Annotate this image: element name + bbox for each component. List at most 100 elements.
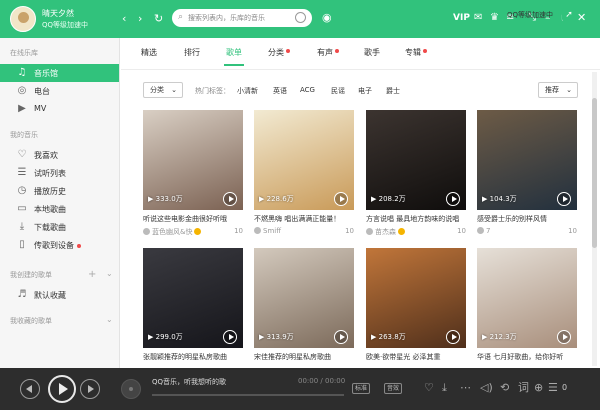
quality-button[interactable]: 标准 bbox=[352, 383, 371, 394]
sidebar-item-mv[interactable]: ▶ MV bbox=[0, 100, 119, 118]
sidebar-item-trial-list[interactable]: ☰ 试听列表 bbox=[0, 164, 119, 182]
sound-effect-button[interactable]: 音效 bbox=[384, 383, 403, 394]
playlist-title[interactable]: 听说这些电影金曲很好听哦 bbox=[143, 214, 243, 224]
tab-ranking[interactable]: 排行 bbox=[184, 47, 200, 58]
new-dot bbox=[286, 49, 290, 53]
chevron-down-icon[interactable]: ⌄ bbox=[106, 315, 113, 324]
scrollbar-thumb[interactable] bbox=[592, 98, 597, 248]
play-icon[interactable] bbox=[557, 330, 571, 344]
sort-dropdown[interactable]: 推荐 ⌄ bbox=[538, 82, 578, 98]
sidebar-item-history[interactable]: ◷ 播放历史 bbox=[0, 182, 119, 200]
play-mode-icon[interactable]: ⟲ bbox=[500, 381, 509, 395]
category-filter-button[interactable]: 分类 ⌄ bbox=[143, 82, 183, 98]
previous-button[interactable] bbox=[20, 379, 40, 399]
play-icon[interactable] bbox=[446, 192, 460, 206]
forward-icon[interactable]: › bbox=[138, 13, 142, 25]
heart-icon[interactable]: ♡ bbox=[424, 381, 434, 395]
back-icon[interactable]: ‹ bbox=[122, 13, 126, 25]
mail-icon[interactable]: ✉ bbox=[474, 12, 482, 24]
sidebar-item-radio[interactable]: ◎ 电台 bbox=[0, 82, 119, 100]
playlist-title[interactable]: 感受爵士乐的别样风情 bbox=[477, 214, 577, 224]
playlist-author[interactable]: 7 bbox=[477, 227, 561, 235]
hot-tag[interactable]: ACG bbox=[300, 86, 315, 94]
hot-tag[interactable]: 英语 bbox=[273, 86, 287, 96]
device-icon: ▯ bbox=[19, 239, 25, 250]
chevron-down-icon[interactable]: ⌄ bbox=[106, 269, 113, 278]
play-icon[interactable] bbox=[334, 330, 348, 344]
tab-singers[interactable]: 歌手 bbox=[364, 47, 380, 58]
download-icon[interactable]: ⤓ bbox=[442, 381, 447, 395]
album-art[interactable] bbox=[121, 379, 141, 399]
more-icon[interactable]: ⋯ bbox=[460, 381, 471, 395]
sidebar-item-downloads[interactable]: ⤓ 下载歌曲 bbox=[0, 218, 119, 236]
sidebar-item-label: 传歌到设备 bbox=[34, 240, 81, 251]
playlist-title[interactable]: 不燃黑嗨 唱出满满正能量！ bbox=[254, 214, 354, 224]
play-icon[interactable] bbox=[334, 192, 348, 206]
playlist-cover[interactable]: ▶ 228.6万 bbox=[254, 110, 354, 210]
playlist-queue-icon[interactable]: ☰ bbox=[548, 381, 558, 395]
search-box[interactable]: ⌕ bbox=[172, 9, 312, 27]
tab-audio[interactable]: 有声 bbox=[317, 47, 339, 58]
playlist-author[interactable]: 苗杰森 bbox=[366, 227, 450, 237]
hot-tag[interactable]: 爵士 bbox=[386, 86, 400, 96]
tab-albums[interactable]: 专辑 bbox=[405, 47, 427, 58]
playlist-cover[interactable]: ▶ 299.0万 bbox=[143, 248, 243, 348]
add-playlist-icon[interactable]: + bbox=[88, 269, 96, 280]
playlist-title[interactable]: 张靓颖推荐的明星私房歌曲 bbox=[143, 352, 243, 362]
playlist-title[interactable]: 宋佳推荐的明星私房歌曲 bbox=[254, 352, 354, 362]
tab-featured[interactable]: 精选 bbox=[141, 47, 157, 58]
lyrics-icon[interactable]: 词 bbox=[518, 381, 529, 395]
refresh-icon[interactable]: ↻ bbox=[154, 13, 163, 25]
rocket-icon[interactable]: ➚ bbox=[562, 8, 576, 22]
search-input[interactable] bbox=[188, 11, 284, 25]
play-icon[interactable] bbox=[223, 192, 237, 206]
song-count: 10 bbox=[234, 227, 243, 235]
close-icon[interactable]: ✕ bbox=[577, 12, 586, 24]
hot-tag[interactable]: 电子 bbox=[358, 86, 372, 96]
playlist-title[interactable]: 方言说唱 最具地方韵味的说唱 bbox=[366, 214, 466, 224]
hot-tag[interactable]: 民谣 bbox=[331, 86, 345, 96]
playlist-author[interactable]: Smiff bbox=[254, 227, 338, 235]
listen-recognize-icon[interactable] bbox=[295, 12, 306, 23]
vip-button[interactable]: VIP bbox=[453, 13, 470, 23]
username[interactable]: 晴天夕然 bbox=[42, 8, 74, 19]
play-count: ▶ 212.3万 bbox=[482, 333, 517, 341]
play-icon[interactable] bbox=[557, 192, 571, 206]
play-icon[interactable] bbox=[223, 330, 237, 344]
radio-icon: ◎ bbox=[17, 85, 27, 96]
volume-icon[interactable]: ◁) bbox=[480, 381, 493, 395]
playlist-title[interactable]: 华语 七月好歌曲，给你好听 bbox=[477, 352, 577, 362]
tab-playlists[interactable]: 歌单 bbox=[224, 47, 244, 66]
share-icon[interactable]: ⊕ bbox=[534, 381, 543, 395]
playlist-cover[interactable]: ▶ 263.8万 bbox=[366, 248, 466, 348]
tab-categories[interactable]: 分类 bbox=[268, 47, 290, 58]
playlist-cover[interactable]: ▶ 313.9万 bbox=[254, 248, 354, 348]
new-dot bbox=[423, 49, 427, 53]
playlist-cover[interactable]: ▶ 212.3万 bbox=[477, 248, 577, 348]
sidebar-item-device[interactable]: ▯ 传歌到设备 bbox=[0, 236, 119, 254]
next-button[interactable] bbox=[80, 379, 100, 399]
vip-subtitle[interactable]: QQ等级加速中 bbox=[42, 20, 88, 30]
play-button[interactable] bbox=[48, 375, 76, 403]
sidebar-item-local[interactable]: ▭ 本地歌曲 bbox=[0, 200, 119, 218]
sidebar-item-default-collection[interactable]: ♬ 默认收藏 bbox=[0, 286, 119, 304]
hot-tag[interactable]: 小清新 bbox=[237, 86, 258, 96]
mv-icon: ▶ bbox=[18, 103, 26, 114]
music-recognition-icon[interactable]: ◉ bbox=[322, 12, 332, 24]
play-icon[interactable] bbox=[446, 330, 460, 344]
play-count: ▶ 313.9万 bbox=[259, 333, 294, 341]
playlist-title[interactable]: 欧美·欲带星光 必泽其重 bbox=[366, 352, 466, 362]
sidebar-item-favorites[interactable]: ♡ 我喜欢 bbox=[0, 146, 119, 164]
speedup-label[interactable]: QQ等级加速中 bbox=[507, 10, 553, 20]
vip-badge-icon bbox=[398, 228, 405, 235]
avatar[interactable] bbox=[10, 6, 36, 32]
skin-icon[interactable]: ♛ bbox=[490, 12, 499, 24]
play-count: ▶ 228.6万 bbox=[259, 195, 294, 203]
playlist-cover[interactable]: ▶ 333.0万 bbox=[143, 110, 243, 210]
playlist-author[interactable]: 蓝色幽风&快 bbox=[143, 227, 227, 237]
progress-bar[interactable] bbox=[152, 394, 344, 396]
playlist-cover[interactable]: ▶ 208.2万 bbox=[366, 110, 466, 210]
playlist-cover[interactable]: ▶ 104.3万 bbox=[477, 110, 577, 210]
sidebar-item-music-hall[interactable]: ♫ 音乐馆 bbox=[0, 64, 119, 82]
sidebar-item-label: 播放历史 bbox=[34, 187, 66, 196]
